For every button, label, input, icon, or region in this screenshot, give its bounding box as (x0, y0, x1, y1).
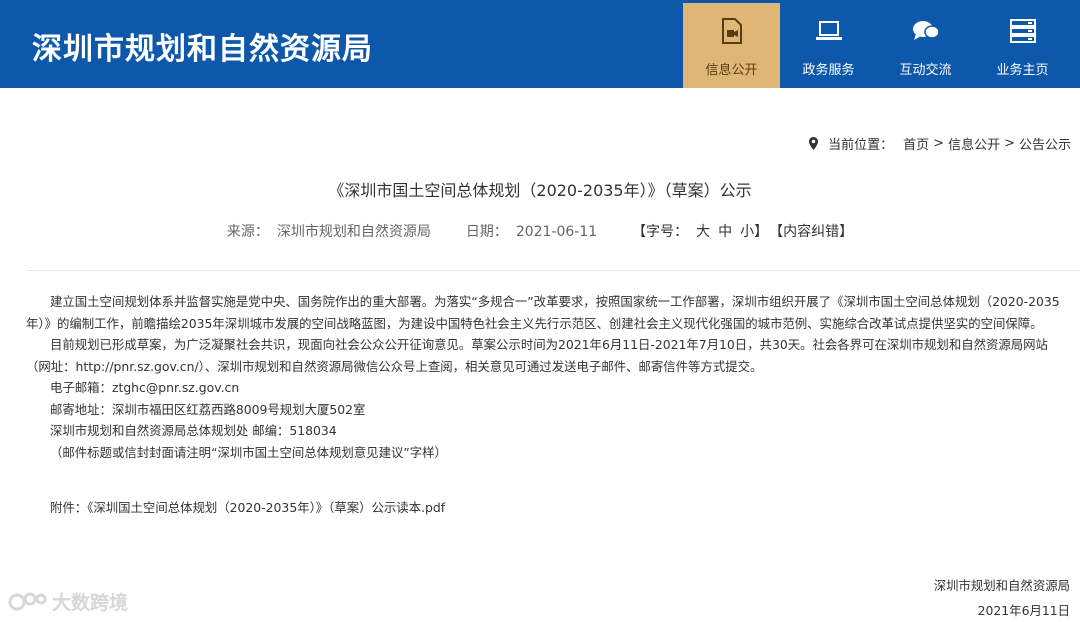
paragraph: 目前规划已形成草案，为广泛凝聚社会共识，现面向社会公众公开征询意见。草案公示时间… (26, 337, 1048, 374)
signature-date: 2021年6月11日 (977, 603, 1070, 618)
content-correction-link[interactable]: 【内容纠错】 (776, 224, 853, 240)
font-size-large-button[interactable]: 大 (696, 224, 710, 240)
date-value: 2021-06-11 (515, 224, 598, 240)
contact-email: 电子邮箱：ztghc@pnr.sz.gov.cn (50, 380, 240, 395)
attachment-label: 附件： (50, 500, 88, 515)
nav-label: 业务主页 (996, 63, 1049, 78)
article-title: 《深圳市国土空间总体规划（2020-2035年）》（草案）公示 (328, 181, 752, 200)
article-body: 建立国土空间规划体系并监督实施是党中央、国务院作出的重大部署。为落实“多规合一”… (26, 291, 1066, 519)
main-nav: 信息公开 政务服务 互动交流 业务主页 (683, 3, 1071, 88)
nav-label: 互动交流 (899, 63, 952, 78)
submission-note: （邮件标题或信封封面请注明“深圳市国土空间总体规划意见建议”字样） (50, 444, 447, 460)
site-title[interactable]: 深圳市规划和自然资源局 (32, 24, 373, 68)
paragraph: 建立国土空间规划体系并监督实施是党中央、国务院作出的重大部署。为落实“多规合一”… (26, 294, 1060, 331)
contact-address: 邮寄地址：深圳市福田区红荔西路8009号规划大厦502室 (50, 401, 366, 417)
font-size-label: 【字号： (632, 224, 689, 240)
breadcrumb-home[interactable]: 首页 (903, 134, 929, 153)
nav-item-government-services[interactable]: 政务服务 (780, 3, 877, 88)
laptop-icon (815, 17, 843, 45)
source-value: 深圳市规划和自然资源局 (276, 224, 431, 240)
nav-label: 政务服务 (802, 63, 855, 78)
breadcrumb-separator: > (933, 136, 945, 151)
watermark: 大数跨境 (8, 588, 128, 615)
signature-org: 深圳市规划和自然资源局 (933, 578, 1070, 593)
breadcrumb: 当前位置： 首页 > 信息公开 > 公告公示 (809, 134, 1071, 153)
date-label: 日期： (465, 224, 508, 240)
document-video-icon (718, 17, 746, 45)
attachment: 附件：《深圳国土空间总体规划（2020-2035年）》（草案）公示读本.pdf (26, 497, 1066, 519)
nav-label: 信息公开 (705, 63, 758, 78)
location-pin-icon (809, 137, 819, 150)
breadcrumb-info-disclosure[interactable]: 信息公开 (948, 134, 1000, 153)
chat-bubbles-icon (912, 17, 940, 45)
breadcrumb-announcements[interactable]: 公告公示 (1019, 134, 1071, 153)
site-header: 深圳市规划和自然资源局 信息公开 政务服务 互动交流 业务主页 (0, 0, 1080, 88)
source-label: 来源： (226, 224, 269, 240)
nav-item-business-home[interactable]: 业务主页 (974, 3, 1071, 88)
attachment-link[interactable]: 《深圳国土空间总体规划（2020-2035年）》（草案）公示读本.pdf (87, 500, 445, 515)
breadcrumb-separator: > (1004, 136, 1015, 151)
contact-postcode: 深圳市规划和自然资源局总体规划处 邮编：518034 (50, 423, 337, 438)
watermark-logo-icon (8, 589, 48, 615)
divider (27, 270, 1080, 271)
font-size-medium-button[interactable]: 中 (718, 224, 732, 240)
font-size-small-button[interactable]: 小】 (740, 224, 768, 240)
breadcrumb-prefix: 当前位置： (828, 138, 894, 153)
watermark-text: 大数跨境 (52, 592, 129, 614)
article-meta: 来源： 深圳市规划和自然资源局 日期： 2021-06-11 【字号： 大中小】 【内容… (0, 221, 1080, 241)
nav-item-interaction[interactable]: 互动交流 (877, 3, 974, 88)
nav-item-info-disclosure[interactable]: 信息公开 (683, 3, 780, 88)
server-icon (1009, 17, 1037, 45)
